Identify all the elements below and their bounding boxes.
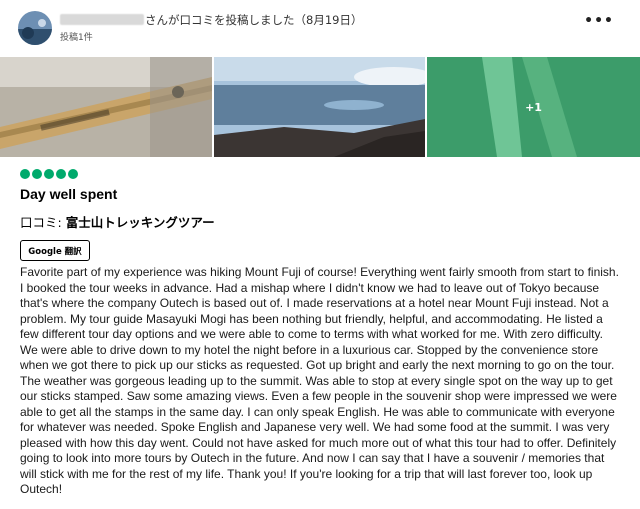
souvenir-walking-stick-photo[interactable] <box>0 57 212 157</box>
review-body: Favorite part of my experience was hikin… <box>20 265 619 496</box>
google-translate-button[interactable]: Google 翻訳 <box>20 240 90 261</box>
rating-bubble <box>56 169 66 179</box>
author-name-redacted[interactable] <box>60 14 144 25</box>
review-header: さんが口コミを投稿しました（8月19日） 投稿1件 ••• <box>18 11 618 47</box>
rating-bubble <box>20 169 30 179</box>
more-photos-count[interactable]: +1 <box>427 57 640 157</box>
rating-bubbles <box>20 169 78 179</box>
stick-closeup-photo[interactable]: +1 <box>427 57 640 157</box>
author-line: さんが口コミを投稿しました（8月19日） <box>60 12 362 28</box>
review-title[interactable]: Day well spent <box>20 186 117 202</box>
rating-bubble <box>68 169 78 179</box>
rating-bubble <box>44 169 54 179</box>
tour-name-link[interactable]: 富士山トレッキングツアー <box>66 215 215 230</box>
post-count: 投稿1件 <box>60 33 93 43</box>
photo-strip: +1 <box>0 57 640 157</box>
posted-date-text: さんが口コミを投稿しました（8月19日） <box>145 13 363 27</box>
footer-cutoff <box>20 504 90 508</box>
reviewed-prefix: 口コミ: <box>20 215 66 230</box>
more-options-icon[interactable]: ••• <box>584 13 614 29</box>
rating-bubble <box>32 169 42 179</box>
mountain-view-photo[interactable] <box>214 57 425 157</box>
user-avatar[interactable] <box>18 11 52 45</box>
reviewed-tour-line: 口コミ: 富士山トレッキングツアー <box>20 212 215 231</box>
